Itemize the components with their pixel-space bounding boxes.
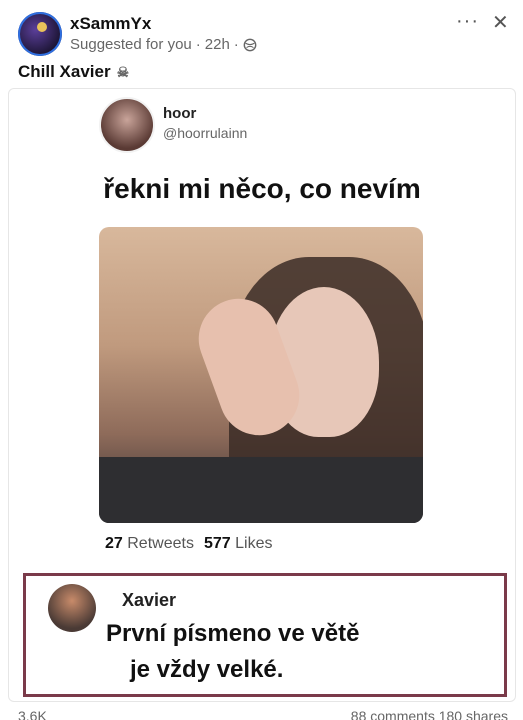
reply-box: Xavier První písmeno ve větě je vždy vel… <box>23 573 507 697</box>
retweets-stat: 27 Retweets <box>105 535 194 553</box>
photo-shirt <box>99 457 423 523</box>
post-header: xSammYx Suggested for you · 22h · ··· ✕ <box>0 0 523 60</box>
tweet-author-handle: @hoorrulainn <box>163 125 248 141</box>
retweets-count: 27 <box>105 535 123 552</box>
author-avatar[interactable] <box>18 12 62 56</box>
likes-count: 577 <box>203 535 231 552</box>
skull-icon: ☠ <box>116 63 130 80</box>
reply-author-avatar <box>48 584 96 632</box>
reply-author-name: Xavier <box>122 590 177 610</box>
author-name[interactable]: xSammYx <box>70 14 151 34</box>
post-meta: Suggested for you · 22h · <box>70 36 257 53</box>
tweet-stats: 27 Retweets 577 Likes <box>105 535 272 553</box>
likes-stat: 577 Likes <box>204 535 273 553</box>
more-options-icon[interactable]: ··· <box>456 10 479 33</box>
globe-icon <box>243 38 257 51</box>
tweet-text: řekni mi něco, co nevím <box>103 173 421 204</box>
post-time[interactable]: 22h <box>205 36 230 53</box>
reaction-count[interactable]: 3.6K <box>18 708 47 720</box>
close-icon[interactable]: ✕ <box>492 10 509 35</box>
avatar-face <box>37 22 47 32</box>
caption-text: Chill Xavier <box>18 62 111 81</box>
meta-separator: · <box>195 36 201 53</box>
likes-label: Likes <box>235 535 273 552</box>
suggested-label: Suggested for you <box>70 36 192 53</box>
embedded-tweet-image[interactable]: hoor @hoorrulainn řekni mi něco, co neví… <box>8 88 516 702</box>
reply-text-line2: je vždy velké. <box>130 656 284 683</box>
post-caption: Chill Xavier ☠ <box>18 62 129 82</box>
meta-separator: · <box>233 36 239 53</box>
retweets-label: Retweets <box>127 535 194 552</box>
tweet-author-name: hoor <box>163 105 197 122</box>
tweet-author-avatar <box>99 97 155 153</box>
tweet-photo <box>99 227 423 523</box>
reply-text-line1: První písmeno ve větě <box>106 620 360 647</box>
comments-shares-count[interactable]: 88 comments 180 shares <box>351 708 508 720</box>
engagement-bar: 3.6K 88 comments 180 shares <box>18 708 508 720</box>
